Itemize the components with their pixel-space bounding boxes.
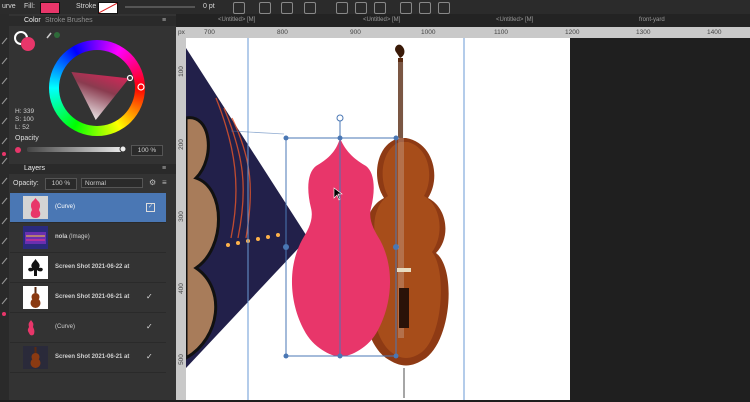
ruler-tick-label: 900 [350,29,361,36]
color-tab-row: Color Stroke Brushes ≡ [9,16,176,26]
tool-name: urve [2,3,16,10]
align-left-icon[interactable] [336,2,348,14]
stroke-width-slider[interactable] [125,6,195,8]
ruler-tick-label: 800 [277,29,288,36]
panel-menu-icon[interactable]: ≡ [162,17,166,24]
tab-brushes[interactable]: Brushes [67,17,93,24]
layer-opacity-label: Opacity: [13,180,39,187]
layer-name: Screen Shot 2021-06-22 at [55,264,130,270]
opacity-label: Opacity [15,135,39,142]
tab-color[interactable]: Color [24,17,41,24]
layer-thumbnail [23,316,48,339]
layer-row[interactable]: Screen Shot 2021-06-21 at ✓ [10,343,166,373]
lightness-readout: L: 52 [15,124,30,131]
layer-name: (Curve) [55,324,76,330]
rotate-handle [336,114,344,122]
layer-thumbnail [23,286,48,309]
tools-strip[interactable] [0,14,9,400]
doc-tab[interactable]: <Untitled> [M] [218,17,255,23]
blend-mode-select[interactable]: Normal [81,178,143,188]
layer-row[interactable]: nola (Image) [10,223,166,253]
ruler-tick-label: 400 [177,283,185,294]
doc-tab[interactable]: <Untitled> [M] [496,17,533,23]
align-middle-icon[interactable] [419,2,431,14]
ruler-tick-label: 500 [177,354,185,365]
snap-icon[interactable] [304,2,316,14]
doc-tab[interactable]: front-yard [639,17,665,23]
document-tabs: <Untitled> [M] <Untitled> [M] <Untitled>… [176,14,750,28]
fill-label: Fill: [24,3,35,10]
layers-tab-row: Layers ≡ [9,164,176,174]
ruler-tick-label: 1400 [707,29,722,36]
layer-thumbnail [23,226,48,249]
layer-thumbnail [23,196,48,219]
layer-name: nola (Image) [55,234,90,240]
opacity-slider-handle[interactable] [119,145,127,153]
tool-icons[interactable] [0,14,9,400]
stroke-label: Stroke [76,3,97,10]
layer-name: (Curve) [55,204,76,210]
ruler-tick-label: 200 [177,139,185,150]
align-right-icon[interactable] [374,2,386,14]
gear-icon[interactable]: ⚙ [149,178,156,187]
doc-tab[interactable]: <Untitled> [M] [363,17,400,23]
canvas-area[interactable] [186,38,750,400]
layer-thumbnail [23,256,48,279]
layer-name: Screen Shot 2021-06-21 at [55,294,130,300]
align-top-icon[interactable] [400,2,412,14]
layer-type-suffix: (Image) [69,234,90,240]
align-center-icon[interactable] [355,2,367,14]
saturation-readout: S: 100 [15,116,34,123]
layer-options-icon[interactable]: ≡ [162,178,167,187]
align-bottom-icon[interactable] [438,2,450,14]
pink-curve-shape [291,138,391,357]
layer-row[interactable]: (Curve) ✓ [10,313,166,343]
align-icon[interactable] [233,2,245,14]
opacity-slider[interactable] [27,147,125,152]
color-wheel-handles [126,74,145,91]
ruler-unit: px [178,29,185,36]
ruler-tick-label: 1100 [494,29,508,36]
opacity-color-dot [15,147,21,153]
hue-readout: H: 339 [15,108,35,115]
ruler-tick-label: 1200 [565,29,580,36]
stroke-swatch[interactable] [98,2,118,14]
layer-name: Screen Shot 2021-06-21 at [55,354,130,360]
opacity-value[interactable]: 100 % [131,145,163,156]
context-toolbar: urve Fill: Stroke 0 pt [0,0,750,15]
transform-icon[interactable] [281,2,293,14]
fill-swatch[interactable] [40,2,60,14]
ruler-tick-label: 700 [204,29,215,36]
ruler-tick-label: 100 [177,66,185,77]
tab-stroke[interactable]: Stroke [45,17,65,24]
layer-visibility-checkbox[interactable]: ✓ [146,292,153,301]
studio-panel: Color Stroke Brushes ≡ H: 339 S: 100 L: … [9,14,176,400]
ruler-tick-label: 300 [177,211,185,222]
ruler-tick-label: 1300 [636,29,651,36]
artboard[interactable] [186,38,570,400]
layer-visibility-checkbox[interactable]: ✓ [146,322,153,331]
stroke-width-value[interactable]: 0 pt [203,3,215,10]
double-bass-image [362,44,449,398]
layer-row[interactable]: Screen Shot 2021-06-22 at [10,253,166,283]
ruler-tick-label: 1000 [421,29,436,36]
tab-layers[interactable]: Layers [24,165,45,172]
layer-name-main: nola [55,234,68,240]
layer-visibility-checkbox[interactable]: ✓ [146,352,153,361]
artwork[interactable] [186,38,570,400]
layer-opacity-field[interactable]: 100 % [45,178,77,190]
layer-row[interactable]: Screen Shot 2021-06-21 at ✓ [10,283,166,313]
layer-row[interactable]: (Curve) ✓ [10,193,166,223]
layer-visibility-checkbox[interactable]: ✓ [146,203,155,212]
layer-thumbnail [23,346,48,369]
visibility-icon[interactable] [259,2,271,14]
layers-menu-icon[interactable]: ≡ [162,165,166,172]
